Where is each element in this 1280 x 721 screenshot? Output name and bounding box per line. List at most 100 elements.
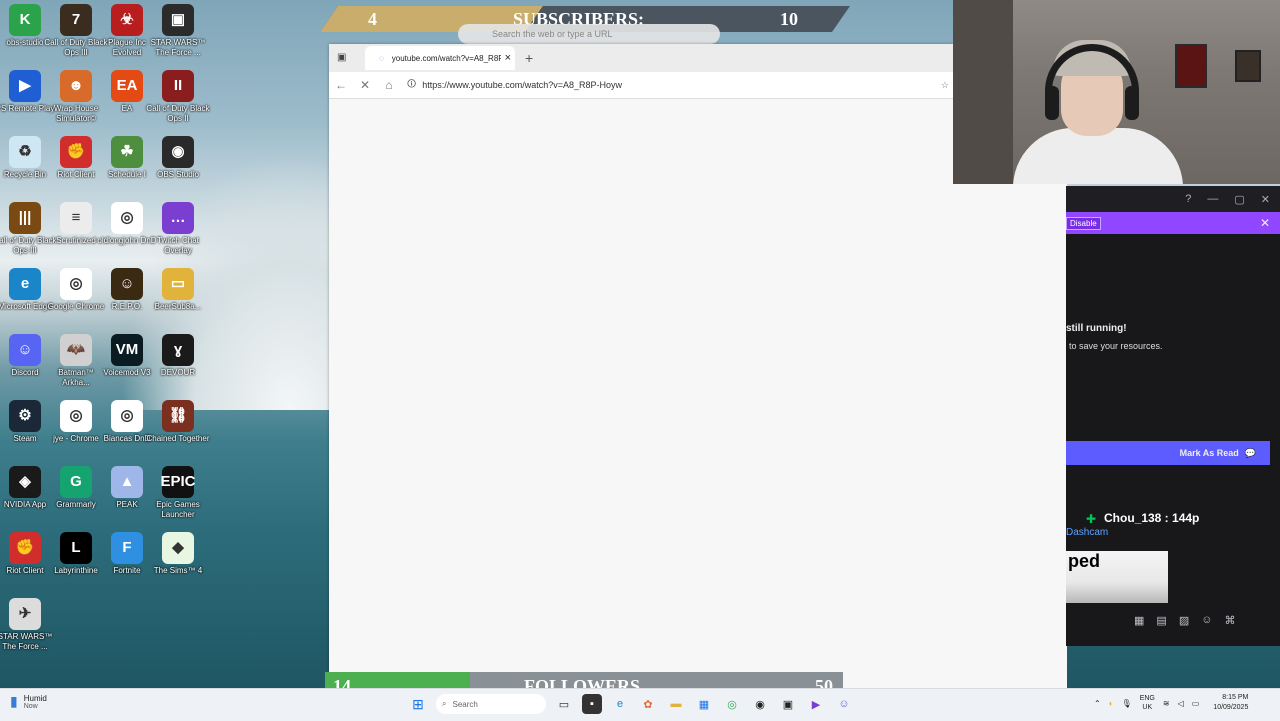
tab-title: youtube.com/watch?v=A8_R8P-H	[391, 53, 501, 63]
weather-sub: Now	[23, 702, 38, 710]
twitch-notification-panel: ? — ▢ ✕ Disable ✕ still running! to save…	[1066, 186, 1280, 646]
desktop-icon[interactable]: … Twitch Chat Overlay	[146, 202, 210, 256]
desktop-icon[interactable]: ◉ OBS Studio	[146, 136, 210, 180]
close-icon[interactable]: ×	[505, 52, 511, 64]
site-info-icon[interactable]: 🛈	[407, 77, 416, 93]
home-icon[interactable]: ⌂	[377, 78, 401, 92]
desktop-icon[interactable]: ◆ The Sims™ 4	[146, 532, 210, 576]
desktop-icon[interactable]: II Call of Duty Black Ops II	[146, 70, 210, 124]
maximize-icon[interactable]: ▢	[1234, 193, 1244, 206]
language-indicator[interactable]: ENG UK	[1140, 694, 1155, 712]
desktop-icon[interactable]: ɣ DEVOUR	[146, 334, 210, 378]
panel-close-icon[interactable]: ✕	[1260, 216, 1270, 230]
desktop-icon-label: Twitch Chat Overlay	[157, 236, 199, 255]
weather-widget[interactable]: ▮ Humid Now	[10, 693, 47, 710]
sidebar-toggle-icon[interactable]: ▣	[337, 52, 346, 63]
app-icon: ⛓	[162, 400, 194, 432]
chrome-icon[interactable]: ◎	[722, 694, 742, 714]
emote-icon[interactable]: ☺	[1201, 614, 1212, 627]
stop-icon[interactable]: ✕	[353, 78, 377, 92]
clock-date: 10/09/2025	[1213, 704, 1249, 711]
file-explorer-icon[interactable]: ▬	[666, 694, 686, 714]
app-icon: ▲	[111, 466, 143, 498]
clock[interactable]: 8:15 PM 10/09/2025	[1213, 693, 1248, 713]
clock-time: 8:15 PM	[1222, 694, 1249, 701]
subscribers-current: 4	[368, 8, 377, 29]
disable-button[interactable]: Disable	[1066, 216, 1101, 230]
app-icon: G	[60, 466, 92, 498]
address-bar[interactable]: 🛈 https://www.youtube.com/watch?v=A8_R8P…	[407, 76, 941, 94]
language-code: ENG	[1139, 695, 1155, 702]
chat-tag[interactable]: Dashcam	[1066, 527, 1108, 538]
new-tab-icon[interactable]: +	[525, 50, 533, 66]
subscribers-goal: 10	[780, 8, 798, 29]
terminal-icon[interactable]: ▪	[582, 694, 602, 714]
app-icon: L	[60, 532, 92, 564]
app-icon: ✈	[9, 598, 41, 630]
desktop-icon[interactable]: ✈ STAR WARS™ The Force ...	[0, 598, 57, 652]
window-close-icon[interactable]: ✕	[1261, 193, 1270, 206]
mark-as-read-button[interactable]: Mark As Read 💬	[1066, 441, 1270, 465]
app-icon: ◎	[111, 202, 143, 234]
taskbar: ▮ Humid Now ⊞ ⌕ Search ▭ ▪ e ✿ ▬ ▦ ◎ ◉ ▣…	[0, 688, 1280, 721]
app-icon: K	[9, 4, 41, 36]
tray-app-icon[interactable]: ◐	[1109, 699, 1114, 708]
inventory-icon[interactable]: ▨	[1179, 614, 1189, 627]
battery-icon[interactable]: ▭	[1192, 699, 1200, 708]
app-icon: ◎	[111, 400, 143, 432]
favorite-star-icon[interactable]: ☆	[941, 80, 949, 91]
microphone-icon[interactable]: 🎙	[1122, 699, 1132, 708]
tray-overflow-icon[interactable]: ⌃	[1094, 699, 1101, 708]
start-icon[interactable]: ⊞	[408, 694, 428, 714]
headset-ear-right	[1125, 86, 1139, 120]
controller-icon[interactable]: ⌘	[1224, 614, 1235, 627]
search-icon: ⌕	[442, 699, 447, 708]
back-icon[interactable]: ←	[329, 78, 353, 92]
desktop-icon[interactable]: ▭ BeerSub8a...	[146, 268, 210, 312]
task-view-icon[interactable]: ▭	[554, 694, 574, 714]
app-icon: ☺	[9, 334, 41, 366]
app-icon: ☘	[111, 136, 143, 168]
app-icon: |||	[9, 202, 41, 234]
copilot-icon[interactable]: ✿	[638, 694, 658, 714]
desktop-icon-label: Call of Duty Black Ops II	[146, 104, 210, 123]
webcam-overlay	[953, 0, 1280, 184]
desktop-icon-label: DEVOUR	[160, 368, 196, 377]
desktop-icon-label: BeerSub8a...	[154, 302, 202, 311]
language-region: UK	[1142, 704, 1153, 711]
discord-icon[interactable]: ☺	[834, 694, 854, 714]
minimize-icon[interactable]: —	[1207, 193, 1218, 205]
game-icon[interactable]: ▣	[778, 694, 798, 714]
desktop-icon[interactable]: ⛓ Chained Together	[146, 400, 210, 444]
browser-tab-bar: ▣ ◌ youtube.com/watch?v=A8_R8P-H × +	[329, 44, 953, 72]
browser-tab[interactable]: ◌ youtube.com/watch?v=A8_R8P-H ×	[365, 46, 515, 70]
video-thumbnail[interactable]: ped	[1066, 551, 1168, 603]
url-text: https://www.youtube.com/watch?v=A8_R8P-H…	[422, 80, 623, 90]
address-row: ← ✕ ⌂ 🛈 https://www.youtube.com/watch?v=…	[329, 72, 953, 99]
headset-ear-left	[1045, 86, 1059, 120]
desktop-icon[interactable]: EPIC Epic Games Launcher	[146, 466, 210, 520]
gift-icon[interactable]: ▦	[1134, 614, 1144, 627]
taskbar-search[interactable]: ⌕ Search	[436, 694, 546, 714]
app-icon: F	[111, 532, 143, 564]
clip-icon[interactable]: ▤	[1156, 614, 1166, 627]
store-icon[interactable]: ▦	[694, 694, 714, 714]
twitch-icon[interactable]: ▶	[806, 694, 826, 714]
webcam-picture	[1235, 50, 1261, 82]
browser-search-box[interactable]: Search the web or type a URL	[458, 24, 720, 44]
mark-as-read-label: Mark As Read	[1179, 448, 1239, 458]
gem-icon: ✚	[1086, 512, 1097, 526]
help-icon[interactable]: ?	[1185, 193, 1191, 205]
webcam-door	[953, 0, 1013, 184]
app-icon: ☺	[111, 268, 143, 300]
obs-icon[interactable]: ◉	[750, 694, 770, 714]
edge-icon[interactable]: e	[610, 694, 630, 714]
desktop-icon[interactable]: ▣ STAR WARS™ The Force ...	[146, 4, 210, 58]
wifi-icon[interactable]: ≋	[1163, 699, 1170, 708]
desktop-icon-label: STAR WARS™ The Force ...	[150, 38, 206, 57]
panel-header: Disable ✕	[1066, 212, 1280, 234]
thumbnail-text: ped	[1068, 551, 1101, 571]
taskbar-search-label: Search	[452, 699, 478, 709]
chat-bubble-icon: 💬	[1244, 447, 1256, 458]
volume-icon[interactable]: ◁	[1178, 699, 1184, 708]
